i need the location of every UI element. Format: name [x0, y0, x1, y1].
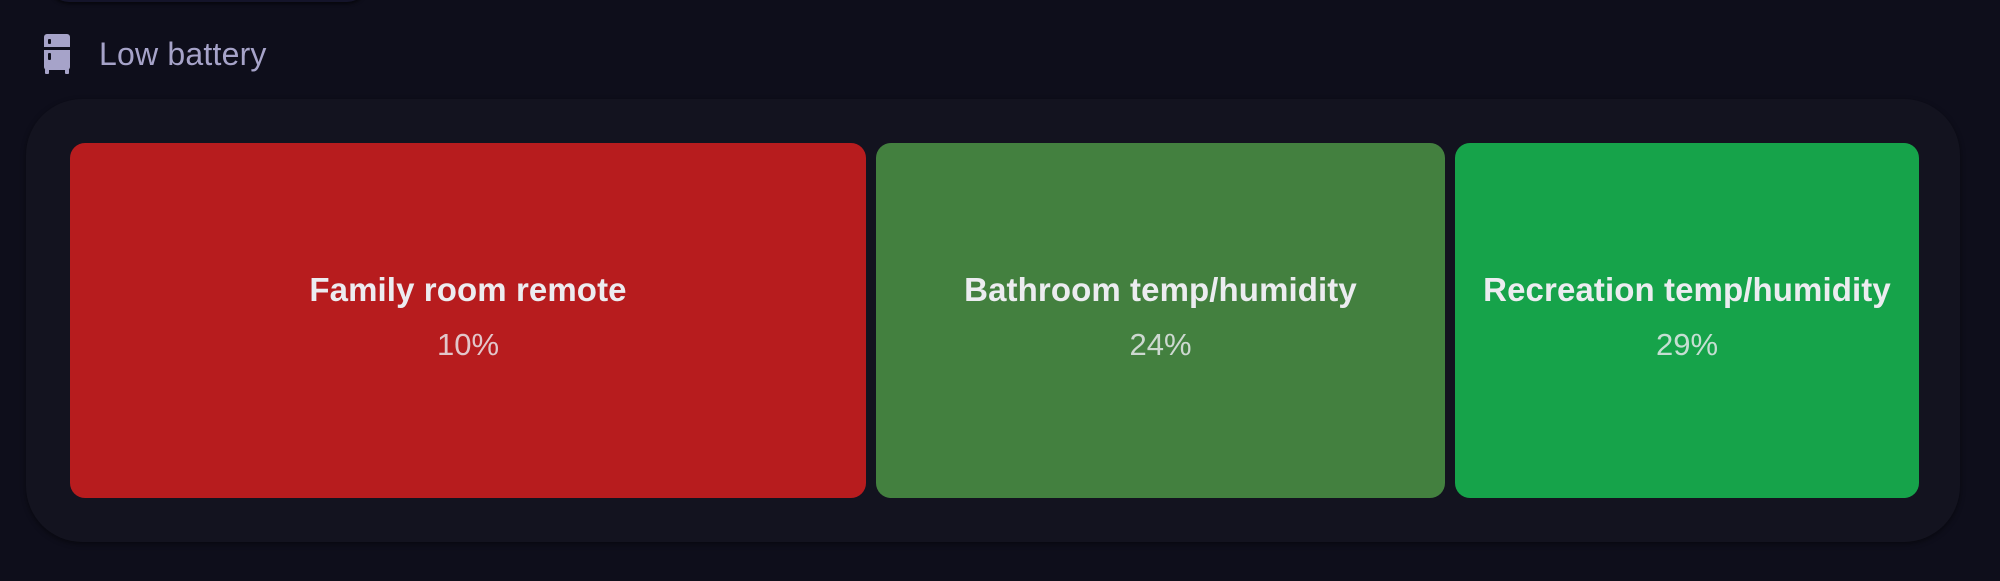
top-pill: [48, 0, 368, 2]
battery-tile-bathroom[interactable]: Bathroom temp/humidity 24%: [876, 143, 1445, 498]
section-header: Low battery: [44, 34, 267, 74]
tile-value: 10%: [436, 327, 500, 362]
tile-name: Bathroom temp/humidity: [964, 271, 1357, 308]
tile-value: 24%: [1129, 327, 1192, 362]
fridge-icon: [44, 34, 70, 74]
battery-tile-family-room-remote[interactable]: Family room remote 10%: [70, 143, 866, 498]
tile-name: Recreation temp/humidity: [1483, 271, 1891, 308]
tile-name: Family room remote: [309, 271, 627, 308]
tile-value: 29%: [1655, 327, 1719, 362]
section-title: Low battery: [99, 35, 267, 72]
battery-tile-recreation[interactable]: Recreation temp/humidity 29%: [1455, 143, 1919, 498]
